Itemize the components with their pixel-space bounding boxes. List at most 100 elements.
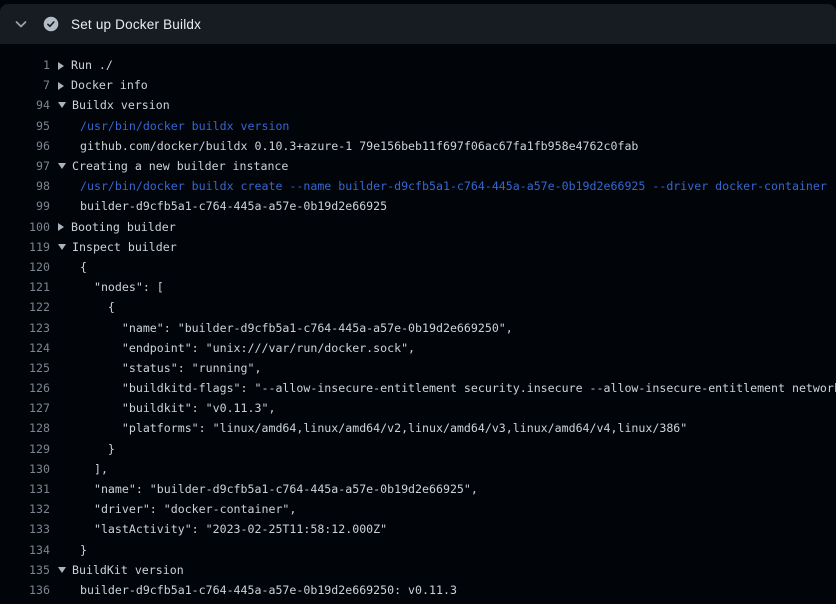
line-number[interactable]: 134 [0, 543, 50, 557]
line-text: "driver": "docker-container", [50, 502, 296, 516]
line-number[interactable]: 98 [0, 179, 50, 193]
line-number[interactable]: 120 [0, 260, 50, 274]
line-number[interactable]: 96 [0, 139, 50, 153]
line-text: Inspect builder [50, 240, 177, 254]
group-expand-icon[interactable] [58, 223, 64, 231]
line-text: "nodes": [ [50, 280, 164, 294]
line-number[interactable]: 130 [0, 462, 50, 476]
group-title: Creating a new builder instance [72, 159, 288, 173]
log-group-header[interactable]: 1 Run ./ [0, 55, 836, 75]
log-line: 122 { [0, 297, 836, 317]
step-title: Set up Docker Buildx [71, 17, 201, 32]
line-text: "platforms": "linux/amd64,linux/amd64/v2… [50, 421, 687, 435]
line-text: ], [50, 462, 108, 476]
group-expand-icon[interactable] [58, 82, 64, 90]
log-line: 125 "status": "running", [0, 358, 836, 378]
log-line: 95 /usr/bin/docker buildx version [0, 116, 836, 136]
log-line: 99 builder-d9cfb5a1-c764-445a-a57e-0b19d… [0, 196, 836, 216]
line-text: builder-d9cfb5a1-c764-445a-a57e-0b19d2e6… [50, 583, 457, 597]
group-collapse-icon[interactable] [58, 163, 66, 169]
step-header[interactable]: Set up Docker Buildx [0, 4, 836, 44]
log-line: 128 "platforms": "linux/amd64,linux/amd6… [0, 418, 836, 438]
line-text: Run ./ [50, 58, 113, 72]
log-line: 134 } [0, 540, 836, 560]
group-title: Buildx version [72, 98, 170, 112]
line-text: "endpoint": "unix:///var/run/docker.sock… [50, 341, 415, 355]
line-number[interactable]: 126 [0, 381, 50, 395]
group-title: Booting builder [71, 220, 176, 234]
line-number[interactable]: 94 [0, 98, 50, 112]
line-number[interactable]: 122 [0, 300, 50, 314]
line-number[interactable]: 95 [0, 119, 50, 133]
log-line: 120 { [0, 257, 836, 277]
line-text: "name": "builder-d9cfb5a1-c764-445a-a57e… [50, 482, 478, 496]
log-line: 121 "nodes": [ [0, 277, 836, 297]
log-line: 132 "driver": "docker-container", [0, 499, 836, 519]
log-line: 98 /usr/bin/docker buildx create --name … [0, 176, 836, 196]
log-group-header[interactable]: 7 Docker info [0, 75, 836, 95]
line-number[interactable]: 124 [0, 341, 50, 355]
log-group-header[interactable]: 135 BuildKit version [0, 560, 836, 580]
log-group-header[interactable]: 97 Creating a new builder instance [0, 156, 836, 176]
line-number[interactable]: 131 [0, 482, 50, 496]
line-text: Creating a new builder instance [50, 159, 288, 173]
line-text: "lastActivity": "2023-02-25T11:58:12.000… [50, 522, 387, 536]
line-text: "buildkitd-flags": "--allow-insecure-ent… [50, 381, 836, 395]
line-text: "buildkit": "v0.11.3", [50, 401, 275, 415]
log-group-header[interactable]: 100 Booting builder [0, 217, 836, 237]
log-line: 126 "buildkitd-flags": "--allow-insecure… [0, 378, 836, 398]
line-text: { [50, 300, 115, 314]
line-number[interactable]: 1 [0, 58, 50, 72]
line-text: /usr/bin/docker buildx create --name bui… [50, 179, 827, 193]
group-collapse-icon[interactable] [58, 244, 66, 250]
line-text: } [50, 543, 87, 557]
line-number[interactable]: 132 [0, 502, 50, 516]
group-expand-icon[interactable] [58, 62, 64, 70]
group-title: Docker info [71, 78, 148, 92]
line-text: "name": "builder-d9cfb5a1-c764-445a-a57e… [50, 321, 513, 335]
group-collapse-icon[interactable] [58, 567, 66, 573]
line-text: } [50, 442, 115, 456]
line-number[interactable]: 127 [0, 401, 50, 415]
log-line: 129 } [0, 439, 836, 459]
line-number[interactable]: 128 [0, 421, 50, 435]
line-number[interactable]: 135 [0, 563, 50, 577]
line-number[interactable]: 123 [0, 321, 50, 335]
group-collapse-icon[interactable] [58, 102, 66, 108]
line-text: /usr/bin/docker buildx version [50, 119, 289, 133]
log-group-header[interactable]: 119 Inspect builder [0, 237, 836, 257]
group-title: Run ./ [71, 58, 113, 72]
log-line: 123 "name": "builder-d9cfb5a1-c764-445a-… [0, 317, 836, 337]
log-line: 131 "name": "builder-d9cfb5a1-c764-445a-… [0, 479, 836, 499]
line-text: Booting builder [50, 220, 176, 234]
line-number[interactable]: 121 [0, 280, 50, 294]
chevron-down-icon[interactable] [13, 16, 29, 32]
line-number[interactable]: 100 [0, 220, 50, 234]
log-line: 130 ], [0, 459, 836, 479]
check-circle-icon [43, 16, 59, 32]
log-line: 136 builder-d9cfb5a1-c764-445a-a57e-0b19… [0, 580, 836, 600]
line-text: "status": "running", [50, 361, 261, 375]
line-number[interactable]: 133 [0, 522, 50, 536]
line-number[interactable]: 125 [0, 361, 50, 375]
line-number[interactable]: 97 [0, 159, 50, 173]
line-number[interactable]: 7 [0, 78, 50, 92]
group-title: BuildKit version [72, 563, 184, 577]
line-text: { [50, 260, 87, 274]
line-number[interactable]: 99 [0, 199, 50, 213]
log-line: 127 "buildkit": "v0.11.3", [0, 398, 836, 418]
log-line: 96 github.com/docker/buildx 0.10.3+azure… [0, 136, 836, 156]
line-text: BuildKit version [50, 563, 184, 577]
line-number[interactable]: 129 [0, 442, 50, 456]
log-viewer: 1 Run ./ 7 Docker info 94 Buildx version… [0, 55, 836, 600]
line-number[interactable]: 119 [0, 240, 50, 254]
log-line: 133 "lastActivity": "2023-02-25T11:58:12… [0, 519, 836, 539]
group-title: Inspect builder [72, 240, 177, 254]
actions-log-viewer: Set up Docker Buildx 1 Run ./ 7 Docker i… [0, 0, 836, 604]
line-text: Docker info [50, 78, 148, 92]
log-group-header[interactable]: 94 Buildx version [0, 95, 836, 115]
line-text: builder-d9cfb5a1-c764-445a-a57e-0b19d2e6… [50, 199, 387, 213]
line-text: github.com/docker/buildx 0.10.3+azure-1 … [50, 139, 638, 153]
log-line: 124 "endpoint": "unix:///var/run/docker.… [0, 338, 836, 358]
line-number[interactable]: 136 [0, 583, 50, 597]
